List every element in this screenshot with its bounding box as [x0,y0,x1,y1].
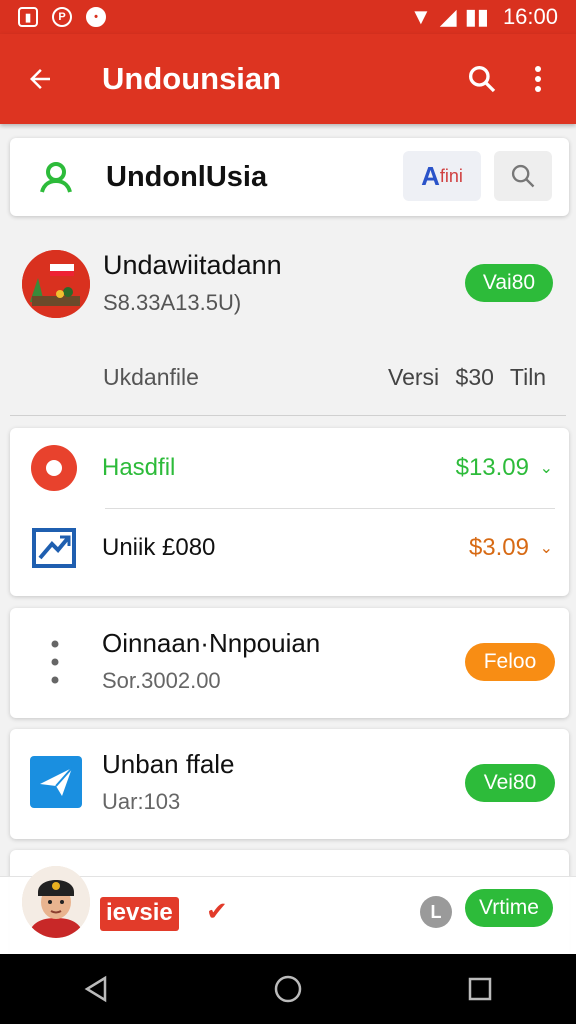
search-card[interactable]: UndonlUsia Afini [10,138,569,216]
page-title: Undounsian [102,61,282,96]
back-triangle-icon [84,975,107,1003]
language-label-first: A [421,160,440,191]
search-icon [469,66,496,93]
transaction-amount: $3.09 [468,534,529,561]
wifi-icon: ▼ [410,4,432,29]
nav-home-button[interactable] [258,959,318,1019]
transaction-label: Uniik £080 [102,534,216,561]
item-title: Unban ffale [102,749,235,779]
officer-avatar [22,866,90,938]
item-title: Oinnaan·Nnpouian [102,628,321,658]
record-icon [31,445,77,491]
chart-icon [32,528,76,568]
time-badge[interactable]: Vrtime [465,889,553,927]
search-query[interactable]: UndonlUsia [106,161,267,194]
search-icon [511,164,535,188]
profile-name: Undawiitadann [103,250,282,280]
item-subtitle: Uar:103 [102,789,181,814]
transaction-row[interactable]: Hasdfil $13.09 ⌄ [10,428,569,508]
recents-square-icon [468,977,492,1001]
language-label-rest: fini [439,165,463,186]
arrow-left-icon [30,69,50,89]
search-submit-button[interactable] [494,151,552,201]
chevron-down-icon[interactable]: ⌄ [540,458,553,478]
home-circle-icon [274,975,302,1003]
navigation-bar [0,954,576,1024]
item-subtitle: Sor.3002.00 [102,668,221,693]
divider [10,415,566,416]
send-icon [30,756,82,808]
overflow-menu-button[interactable] [510,51,566,107]
nav-recents-button[interactable] [450,959,510,1019]
status-time: 16:00 [502,4,558,29]
version-extra: Tiln [509,364,547,390]
transaction-row[interactable]: Uniik £080 $3.09 ⌄ [10,508,569,588]
transaction-label: Hasdfil [102,454,176,481]
version-price: $30 [455,364,494,390]
back-button[interactable] [10,49,70,109]
profile-section: Undawiitadann S8.33A13.5U) Vai80 Ukdanfi… [0,230,576,416]
profile-status-badge[interactable]: Vai80 [465,264,553,302]
flag-avatar [22,250,90,318]
chat-notification-icon: • [86,7,106,27]
battery-icon: ▮▮ [464,4,489,29]
nav-back-button[interactable] [66,959,126,1019]
user-icon [40,162,72,193]
list-item[interactable]: Oinnaan·Nnpouian Sor.3002.00 Feloo [10,608,569,718]
list-item[interactable]: Unban ffale Uar:103 Vei80 [10,729,569,839]
more-vert-icon [535,66,541,92]
version-label: Versi [388,364,440,390]
version-info: Versi $30 Tiln [388,364,546,391]
item-badge[interactable]: Vei80 [465,764,555,802]
brand-badge: ievsie [100,897,179,931]
language-button[interactable]: Afini [403,151,481,201]
status-bar: ▮ P • ▼ ◢ ▮▮ 16:00 [0,0,576,34]
item-badge[interactable]: Feloo [465,643,555,681]
transaction-amount: $13.09 [455,454,529,481]
clock-icon: L [420,896,452,928]
file-label: Ukdanfile [103,364,199,390]
chevron-down-icon[interactable]: ⌄ [540,538,553,558]
check-icon: ✔ [206,896,228,926]
profile-subtitle: S8.33A13.5U) [103,290,242,315]
transactions-card: Hasdfil $13.09 ⌄ Uniik £080 $3.09 ⌄ [10,428,569,596]
gallery-notification-icon: ▮ [18,7,38,27]
app-bar: Undounsian [0,34,576,124]
app-notification-icon: P [52,7,72,27]
more-vert-icon[interactable] [50,638,60,686]
signal-icon: ◢ [439,4,457,29]
search-button[interactable] [454,51,510,107]
